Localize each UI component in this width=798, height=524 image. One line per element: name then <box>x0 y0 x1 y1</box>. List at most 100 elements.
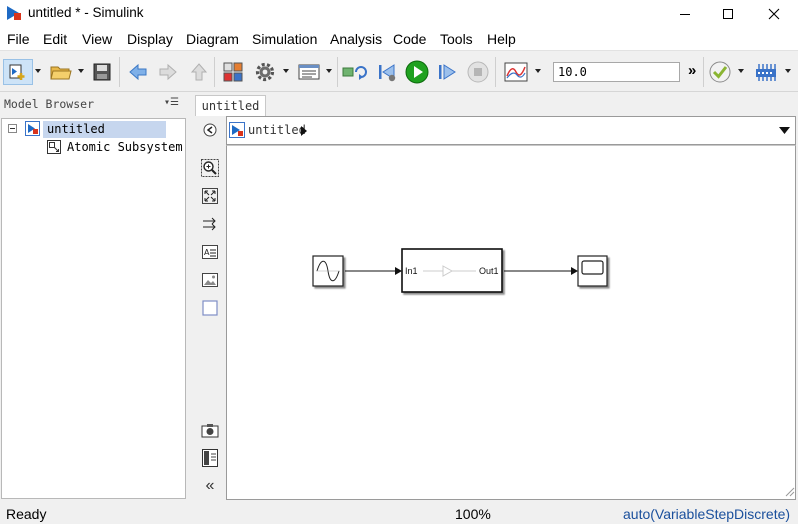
step-forward-button[interactable] <box>434 59 460 85</box>
collapse-toggle-icon[interactable] <box>8 124 17 133</box>
model-canvas[interactable]: In1 Out1 <box>226 145 796 500</box>
new-model-button[interactable] <box>3 59 33 85</box>
up-button[interactable] <box>186 59 212 85</box>
scope-button[interactable] <box>502 59 530 85</box>
forward-button[interactable] <box>155 59 181 85</box>
build-icon <box>756 64 776 81</box>
toolbar-separator <box>214 57 215 87</box>
chevron-down-icon[interactable] <box>779 127 790 134</box>
image-button[interactable] <box>201 271 219 289</box>
fit-to-view-icon <box>202 188 218 204</box>
model-explorer-button[interactable] <box>295 59 323 85</box>
scope-block[interactable] <box>577 255 608 287</box>
menu-edit[interactable]: Edit <box>43 31 67 47</box>
maximize-button[interactable] <box>705 0 751 27</box>
toolbar-separator <box>495 57 496 87</box>
library-browser-button[interactable] <box>220 59 246 85</box>
property-inspector-button[interactable] <box>201 449 219 467</box>
palette: A « <box>195 116 224 502</box>
route-lines-icon <box>203 217 216 231</box>
property-inspector-icon <box>202 449 218 467</box>
collapse-palette-button[interactable]: « <box>201 477 219 495</box>
atomic-subsystem-block[interactable]: In1 Out1 <box>401 248 503 293</box>
menu-bar: File Edit View Display Diagram Simulatio… <box>0 27 798 50</box>
diagram-svg: In1 Out1 <box>312 248 608 293</box>
subsystem-icon <box>47 140 61 154</box>
save-icon <box>93 63 111 81</box>
status-bar: Ready 100% auto(VariableStepDiscrete) <box>0 503 798 524</box>
signal-line[interactable] <box>504 267 578 275</box>
sine-wave-block[interactable] <box>312 255 344 287</box>
update-diagram-icon <box>342 66 367 80</box>
toolbar-overflow-button[interactable]: » <box>688 62 696 79</box>
menu-code[interactable]: Code <box>393 31 426 47</box>
menu-display[interactable]: Display <box>127 31 173 47</box>
solver-link[interactable]: auto(VariableStepDiscrete) <box>623 506 790 522</box>
tree-item-atomic-subsystem[interactable]: Atomic Subsystem <box>46 139 186 156</box>
update-diagram-button[interactable] <box>341 59 369 85</box>
model-icon <box>229 122 245 138</box>
model-explorer-icon <box>298 64 320 80</box>
step-back-button[interactable] <box>374 59 400 85</box>
model-browser-menu-button[interactable]: ▾☰ <box>164 97 179 108</box>
save-button[interactable] <box>89 59 115 85</box>
close-button[interactable] <box>751 0 797 27</box>
route-lines-button[interactable] <box>201 215 219 233</box>
library-browser-icon <box>223 62 243 82</box>
minimize-icon <box>680 13 690 15</box>
model-settings-button[interactable] <box>252 59 278 85</box>
tab-untitled[interactable]: untitled <box>195 95 266 116</box>
model-icon <box>25 121 40 136</box>
menu-simulation[interactable]: Simulation <box>252 31 317 47</box>
stop-time-field[interactable] <box>553 62 680 82</box>
menu-view[interactable]: View <box>82 31 112 47</box>
signal-line[interactable] <box>345 267 402 275</box>
open-model-dropdown[interactable] <box>78 69 84 73</box>
step-back-icon <box>379 64 396 82</box>
build-dropdown[interactable] <box>785 69 791 73</box>
hide-show-browser-button[interactable] <box>201 121 219 139</box>
model-settings-dropdown[interactable] <box>283 69 289 73</box>
model-settings-gear-icon <box>255 62 275 82</box>
model-explorer-dropdown[interactable] <box>326 69 332 73</box>
tree-item-untitled[interactable]: untitled <box>24 121 167 138</box>
snapshot-button[interactable] <box>201 421 219 439</box>
breadcrumb-arrow-icon[interactable] <box>301 126 307 136</box>
run-button[interactable] <box>404 59 430 85</box>
back-button[interactable] <box>125 59 151 85</box>
toolbar-separator <box>703 57 704 87</box>
toolbar: » <box>0 50 798 92</box>
model-advisor-dropdown[interactable] <box>738 69 744 73</box>
area-icon <box>202 300 218 316</box>
scope-dropdown[interactable] <box>535 69 541 73</box>
build-button[interactable] <box>752 59 780 85</box>
fit-to-view-button[interactable] <box>201 187 219 205</box>
svg-text:A: A <box>204 248 210 257</box>
stop-icon <box>467 61 489 83</box>
zoom-in-button[interactable] <box>201 159 219 177</box>
minimize-button[interactable] <box>662 0 708 27</box>
menu-diagram[interactable]: Diagram <box>186 31 239 47</box>
address-bar: untitled <box>226 116 796 145</box>
annotation-button[interactable]: A <box>201 243 219 261</box>
menu-analysis[interactable]: Analysis <box>330 31 382 47</box>
stop-button[interactable] <box>465 59 491 85</box>
resize-grip-icon[interactable] <box>784 486 795 497</box>
zoom-in-icon <box>201 159 219 177</box>
menu-file[interactable]: File <box>7 31 30 47</box>
model-advisor-button[interactable] <box>707 59 733 85</box>
new-model-icon <box>9 64 25 80</box>
menu-help[interactable]: Help <box>487 31 516 47</box>
breadcrumb[interactable]: untitled <box>248 123 306 137</box>
area-button[interactable] <box>201 299 219 317</box>
new-model-dropdown[interactable] <box>35 69 41 73</box>
scope-icon <box>504 62 528 82</box>
hide-show-browser-icon <box>203 123 217 137</box>
zoom-level: 100% <box>455 506 491 522</box>
forward-arrow-icon <box>159 63 177 81</box>
image-icon <box>202 273 218 287</box>
simulink-icon <box>7 6 21 20</box>
menu-tools[interactable]: Tools <box>440 31 473 47</box>
model-browser-tree: untitled Atomic Subsystem <box>1 118 186 499</box>
open-model-button[interactable] <box>47 59 75 85</box>
